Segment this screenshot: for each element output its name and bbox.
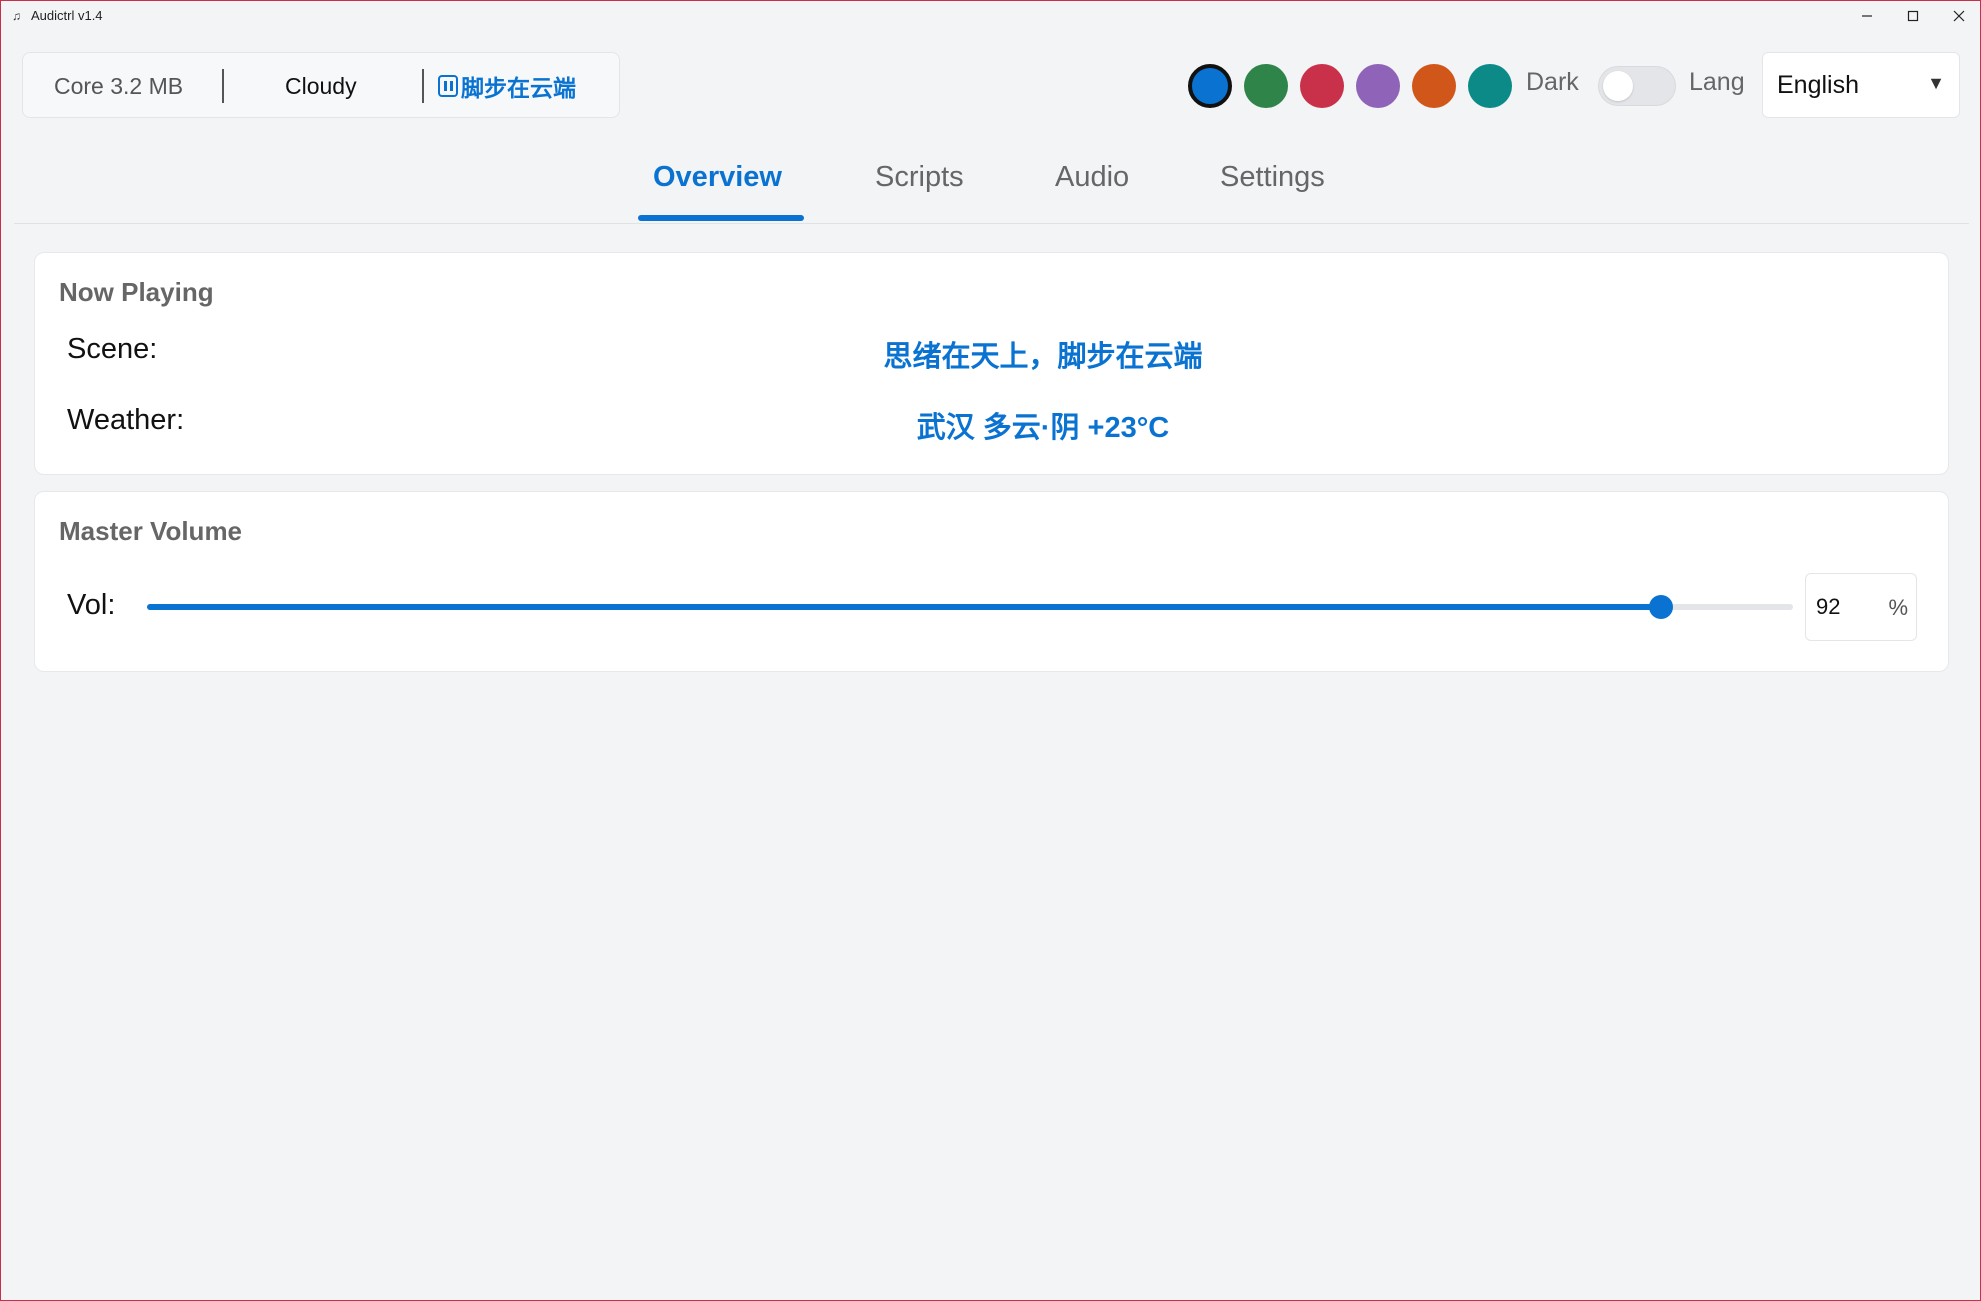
volume-slider[interactable] [147,595,1793,619]
card-title: Now Playing [59,277,214,307]
now-playing-card: Now Playing Scene: 思绪在天上，脚步在云端 Weather: … [34,252,1949,475]
divider [422,69,424,103]
card-title: Master Volume [59,516,243,546]
theme-swatch[interactable] [1412,64,1456,108]
theme-swatch[interactable] [1188,64,1232,108]
volume-label: Vol: [67,589,116,621]
theme-swatch[interactable] [1356,64,1400,108]
now-playing-button[interactable]: 脚步在云端 [438,53,576,119]
window-title: Audictrl v1.4 [31,8,103,23]
tab-settings[interactable]: Settings [1220,161,1325,194]
title-bar: ♫ Audictrl v1.4 [1,1,1980,31]
language-select[interactable]: English ▼ [1762,52,1960,118]
theme-swatch[interactable] [1468,64,1512,108]
weather-status-label: Cloudy [285,72,357,99]
language-label: Lang [1689,68,1745,96]
tab-scripts[interactable]: Scripts [875,161,964,194]
tab-bar: Overview Scripts Audio Settings [14,151,1969,224]
volume-value-input[interactable] [1816,594,1866,620]
scene-value: 思绪在天上，脚步在云端 [883,341,1203,373]
active-tab-indicator [638,215,804,221]
master-volume-card: Master Volume Vol: % [34,491,1949,672]
weather-value: 武汉 多云·阴 +23°C [916,412,1170,444]
close-icon[interactable] [1936,1,1981,31]
volume-unit: % [1888,595,1908,620]
volume-value-box[interactable]: % [1805,573,1917,641]
music-note-icon: ♫ [12,9,21,23]
status-info-bar: Core 3.2 MB Cloudy 脚步在云端 [22,52,620,118]
minimize-icon[interactable] [1844,1,1890,31]
core-memory-label: Core 3.2 MB [54,72,184,99]
theme-swatch[interactable] [1300,64,1344,108]
tab-overview[interactable]: Overview [653,161,782,194]
app-window: ♫ Audictrl v1.4 Core 3.2 MB Cloudy 脚步在云端… [0,0,1981,1301]
dark-mode-label: Dark [1526,68,1579,96]
divider [222,69,224,103]
language-select-value: English [1777,71,1859,99]
theme-swatch[interactable] [1244,64,1288,108]
tab-audio[interactable]: Audio [1055,161,1129,194]
maximize-icon[interactable] [1890,1,1936,31]
volume-slider-handle[interactable] [1649,595,1673,619]
chevron-down-icon: ▼ [1927,73,1945,93]
now-playing-short-label: 脚步在云端 [461,75,576,101]
dark-mode-toggle[interactable] [1598,66,1676,106]
pause-icon[interactable] [438,75,458,97]
toggle-knob [1603,71,1633,101]
volume-slider-fill [147,604,1661,610]
